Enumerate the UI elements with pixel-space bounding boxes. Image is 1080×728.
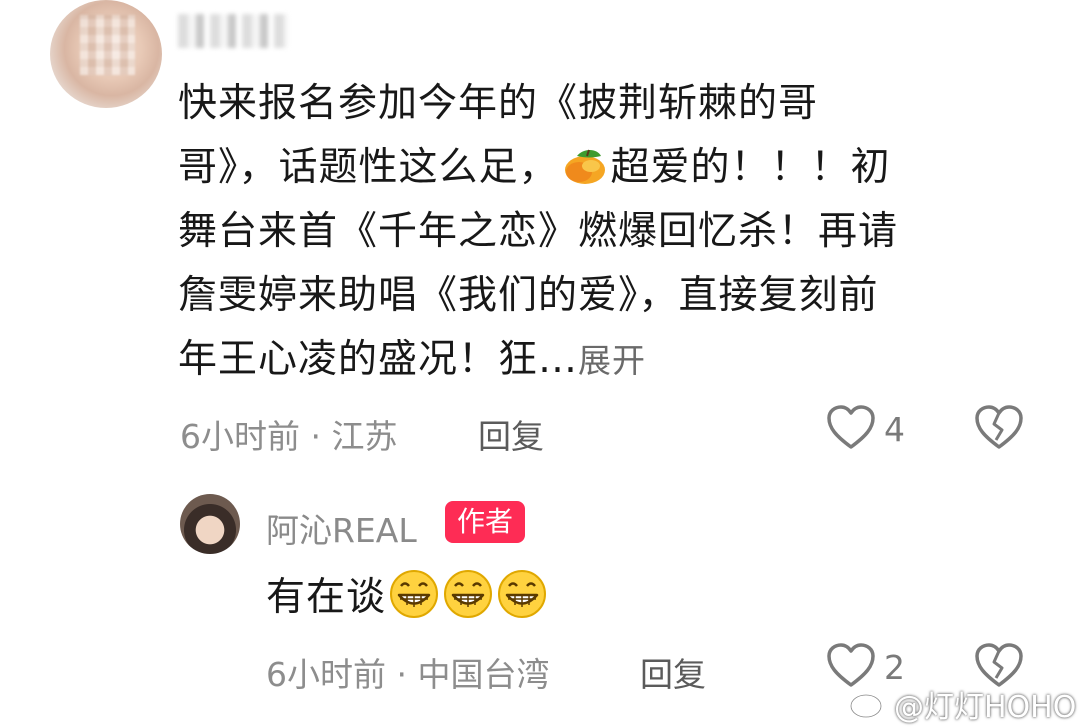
like-count: 4 [884, 410, 905, 449]
reply-button[interactable]: 回复 [478, 410, 544, 458]
meta-separator: · [310, 417, 322, 456]
comment-line: 詹雯婷来助唱《我们的爱》，直接复刻前 [178, 273, 879, 318]
reply-text: 有在谈 [266, 575, 387, 620]
grinning-face-icon [444, 570, 493, 618]
comment-location: 江苏 [331, 417, 398, 456]
comment-line-part: 年王心凌的盛况！狂… [178, 337, 579, 382]
like-button[interactable] [826, 404, 876, 452]
watermark-text: @灯灯HOHO [894, 690, 1077, 725]
like-button[interactable] [826, 642, 876, 690]
comment-body: 快来报名参加今年的《披荆斩棘的哥 哥》，话题性这么足， 超爱的！！！初 舞台来首… [178, 72, 1028, 393]
meta-separator: · [396, 655, 408, 694]
comment-meta: 6小时前 · 江苏 [180, 410, 398, 458]
expand-link[interactable]: 展开 [578, 341, 646, 380]
comment-line-part: 超爱的！！！初 [610, 145, 891, 190]
comment-time: 6小时前 [180, 417, 300, 456]
comment-line: 年王心凌的盛况！狂…展开 [178, 328, 1028, 393]
reply-meta: 6小时前 · 中国台湾 [266, 648, 550, 696]
weibo-logo-icon [848, 684, 892, 720]
reply-time: 6小时前 [266, 655, 386, 694]
reply-button[interactable]: 回复 [640, 648, 706, 696]
dislike-button[interactable] [974, 404, 1024, 452]
grinning-face-icon [498, 570, 547, 618]
comment-line-part: 哥》，话题性这么足， [178, 145, 559, 190]
grinning-face-icon [390, 570, 439, 618]
broken-heart-icon [975, 405, 1023, 449]
comment-line: 哥》，话题性这么足， 超爱的！！！初 [178, 136, 1028, 200]
comment-line: 快来报名参加今年的《披荆斩棘的哥 [178, 81, 819, 126]
author-badge: 作者 [445, 501, 526, 543]
commenter-avatar[interactable] [50, 0, 162, 108]
comment-line: 舞台来首《千年之恋》燃爆回忆杀！再请 [178, 209, 899, 254]
author-avatar[interactable] [180, 494, 240, 554]
mango-emoji-icon [564, 149, 605, 184]
commenter-username-blurred[interactable] [178, 14, 288, 48]
reply-body: 有在谈 [266, 566, 548, 630]
reply-location: 中国台湾 [417, 655, 550, 694]
heart-icon [827, 405, 875, 449]
author-username[interactable]: 阿沁REAL [266, 504, 417, 552]
heart-icon [827, 643, 875, 687]
